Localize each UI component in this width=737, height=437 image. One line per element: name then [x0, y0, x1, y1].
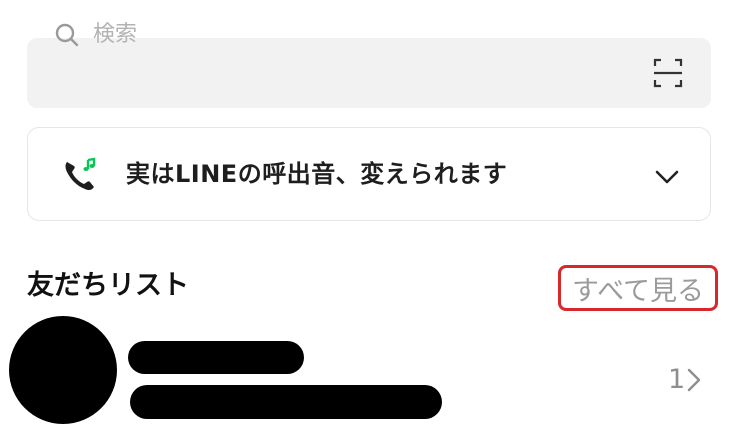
friend-count[interactable]: 1 — [668, 360, 701, 400]
redacted-status — [130, 385, 442, 419]
chevron-down-icon[interactable] — [654, 168, 680, 186]
phone-music-icon — [65, 157, 96, 191]
qr-scan-icon[interactable] — [653, 58, 683, 88]
see-all-button[interactable]: すべて見る — [558, 265, 718, 311]
chevron-right-icon — [687, 368, 701, 392]
redacted-name — [128, 341, 304, 374]
search-input[interactable]: 検索 — [93, 0, 137, 70]
search-icon — [55, 23, 79, 47]
friends-list-title: 友だちリスト — [27, 270, 189, 301]
avatar[interactable] — [9, 316, 117, 424]
friend-count-value: 1 — [668, 364, 686, 395]
banner-text: 実はLINEの呼出音、変えられます — [126, 160, 508, 188]
